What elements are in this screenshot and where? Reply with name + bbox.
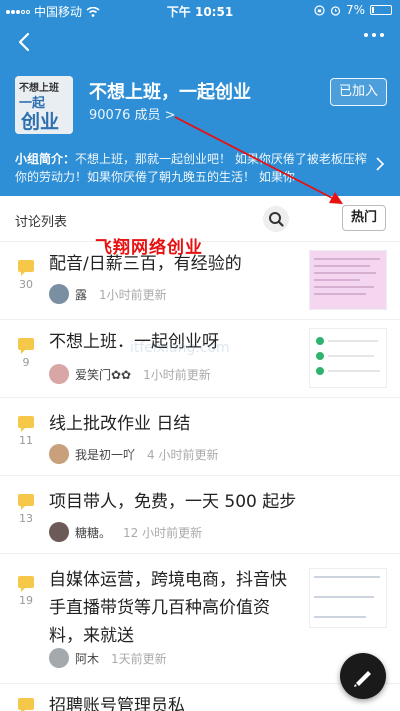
- comment-icon: [18, 416, 34, 432]
- post-title: 项目带人，免费，一天 500 起步: [49, 492, 297, 512]
- member-count-link[interactable]: 90076 成员 >: [89, 104, 176, 123]
- lock-rotation-icon: [314, 4, 325, 16]
- comment-count: 9: [14, 338, 38, 369]
- watermark-faint: itfeixiang.com: [130, 340, 230, 356]
- comment-count: 30: [14, 260, 38, 291]
- avatar: [49, 522, 69, 542]
- svg-text:不想上班: 不想上班: [19, 81, 59, 94]
- battery-icon: [370, 5, 392, 15]
- search-icon[interactable]: [263, 206, 289, 232]
- comment-count: 19: [14, 576, 38, 607]
- post-title: 线上批改作业 日结: [49, 414, 191, 434]
- post-item[interactable]: 30 配音/日薪三百，有经验的 露 1小时前更新: [0, 242, 400, 320]
- post-author: 爱笑门✿✿ 1小时前更新: [49, 364, 211, 384]
- battery-percent: 7%: [345, 3, 365, 17]
- comment-icon: [18, 260, 34, 276]
- post-title: 招聘账号管理员私: [49, 696, 185, 711]
- intro-label: 小组简介：: [15, 152, 76, 166]
- joined-button[interactable]: 已加入: [330, 78, 387, 106]
- group-logo: 不想上班 一起 创业: [15, 76, 73, 134]
- post-title: 自媒体运营，跨境电商，抖音快手直播带货等几百种高价值资料，来就送: [49, 570, 287, 646]
- avatar: [49, 364, 69, 384]
- more-icon[interactable]: [364, 33, 384, 37]
- post-item[interactable]: 13 项目带人，免费，一天 500 起步 糖糖。 12 小时前更新: [0, 476, 400, 554]
- post-thumbnail: [309, 568, 387, 628]
- avatar: [49, 648, 69, 668]
- avatar: [49, 444, 69, 464]
- group-title: 不想上班，一起创业: [89, 82, 251, 103]
- post-item[interactable]: 9 不想上班．一起创业呀 爱笑门✿✿ 1小时前更新: [0, 320, 400, 398]
- comment-count: 13: [14, 494, 38, 525]
- post-author: 阿木 1天前更新: [49, 648, 167, 668]
- avatar: [49, 284, 69, 304]
- comment-icon: [18, 338, 34, 354]
- post-author: 我是初一吖 4 小时前更新: [49, 444, 218, 464]
- svg-text:创业: 创业: [20, 110, 59, 133]
- post-item[interactable]: 11 线上批改作业 日结 我是初一吖 4 小时前更新: [0, 398, 400, 476]
- post-author: 露 1小时前更新: [49, 284, 167, 304]
- back-icon[interactable]: [13, 30, 37, 54]
- comment-icon: [18, 698, 34, 711]
- compose-button[interactable]: [340, 653, 386, 699]
- group-header: 中国移动 下午 10:51 7% 不想上班 一起 创业 不想上班，一起创业 90…: [0, 0, 400, 196]
- alarm-icon: [330, 5, 341, 16]
- group-intro[interactable]: 小组简介：不想上班，那就一起创业吧！ 如果你厌倦了被老板压榨你的劳动力！如果你厌…: [15, 150, 370, 186]
- status-bar: 中国移动 下午 10:51 7%: [0, 0, 400, 20]
- post-author: 糖糖。 12 小时前更新: [49, 522, 202, 542]
- comment-icon: [18, 576, 34, 592]
- post-thumbnail: [309, 250, 387, 310]
- comment-icon: [18, 494, 34, 510]
- post-title: 配音/日薪三百，有经验的: [49, 254, 242, 274]
- chevron-right-icon[interactable]: [375, 157, 385, 171]
- svg-text:一起: 一起: [19, 95, 46, 111]
- comment-count: [14, 698, 38, 711]
- comment-count: 11: [14, 416, 38, 447]
- pen-icon: [354, 671, 371, 687]
- discussion-list-title: 讨论列表: [15, 215, 68, 230]
- hot-sort-button[interactable]: 热门: [342, 205, 386, 231]
- post-thumbnail: [309, 328, 387, 388]
